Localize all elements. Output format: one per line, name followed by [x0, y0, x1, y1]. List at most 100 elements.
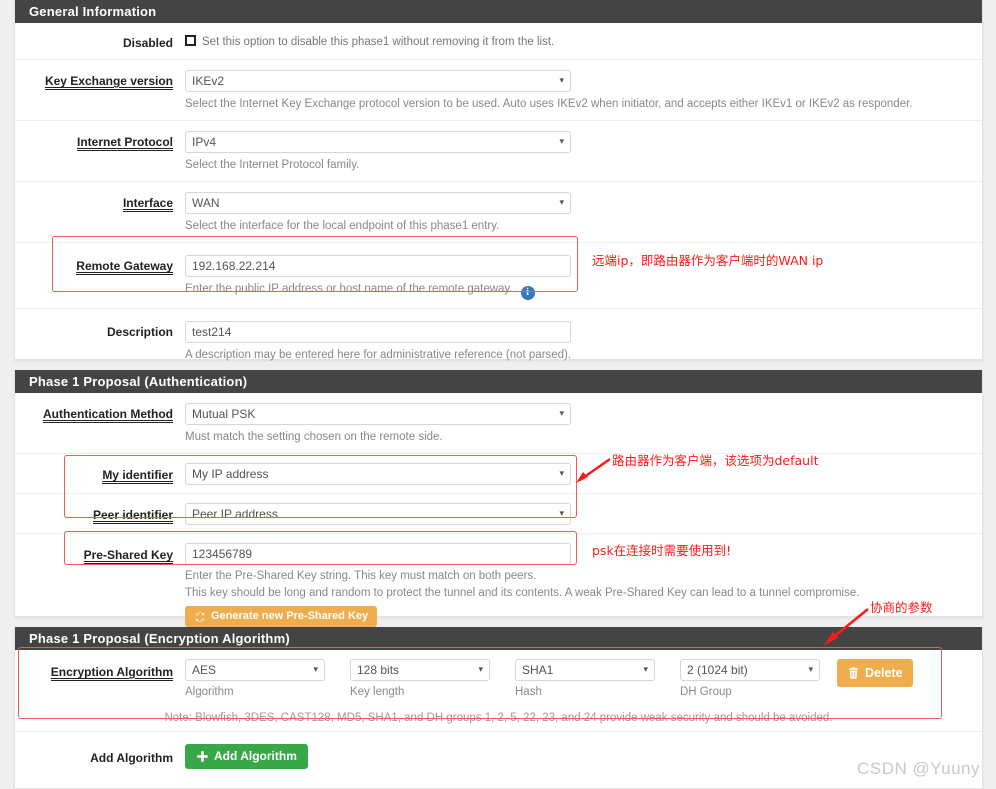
help-description: A description may be entered here for ad… — [185, 349, 572, 361]
key-length-value: 128 bits — [357, 663, 400, 677]
label-internet-protocol: Internet Protocol — [76, 135, 173, 151]
interface-select[interactable]: WAN ▾ — [185, 192, 571, 214]
disabled-checkbox[interactable] — [185, 35, 196, 46]
label-interface: Interface — [122, 196, 173, 212]
algorithm-value: AES — [192, 663, 217, 677]
label-disabled: Disabled — [122, 36, 173, 50]
delete-algorithm-label: Delete — [865, 665, 903, 680]
label-description: Description — [106, 325, 173, 339]
row-encryption-algorithm: Encryption Algorithm AES ▾ Algorithm 128… — [15, 650, 982, 704]
row-internet-protocol: Internet Protocol IPv4 ▾ Select the Inte… — [15, 121, 982, 182]
add-algorithm-label: Add Algorithm — [214, 749, 297, 763]
key-exchange-version-value: IKEv2 — [192, 74, 225, 88]
delete-column: Delete — [837, 659, 913, 687]
row-description: Description test214 A description may be… — [15, 309, 982, 371]
dh-group-caption: DH Group — [680, 686, 732, 698]
label-add-algorithm: Add Algorithm — [90, 751, 173, 765]
pre-shared-key-value: 123456789 — [192, 547, 253, 561]
info-circle-icon[interactable]: i — [520, 286, 535, 300]
pre-shared-key-input[interactable]: 123456789 — [185, 543, 571, 565]
hash-column: SHA1 ▾ Hash — [515, 659, 655, 698]
encryption-weak-security-note: Note: Blowfish, 3DES, CAST128, MD5, SHA1… — [15, 704, 982, 732]
panel-phase1-authentication: Phase 1 Proposal (Authentication) Authen… — [14, 370, 983, 627]
plus-icon — [196, 750, 209, 763]
row-my-identifier: My identifier My IP address ▾ — [15, 454, 982, 494]
panel-title-general-information: General Information — [15, 0, 982, 23]
label-my-identifier: My identifier — [102, 468, 173, 484]
row-peer-identifier: Peer identifier Peer IP address ▾ — [15, 494, 982, 534]
label-key-exchange-version: Key Exchange version — [44, 74, 173, 90]
remote-gateway-input[interactable]: 192.168.22.214 — [185, 255, 571, 277]
chevron-down-icon: ▾ — [478, 665, 483, 675]
chevron-down-icon: ▾ — [559, 137, 564, 147]
hash-value: SHA1 — [522, 663, 554, 677]
row-add-algorithm: Add Algorithm Add Algorithm — [15, 732, 982, 781]
annotation-text-identifiers: 路由器作为客户端，该选项为default — [612, 453, 819, 468]
annotation-arrow-proposal — [824, 607, 869, 645]
help-pre-shared-key-line2: This key should be long and random to pr… — [185, 587, 860, 599]
row-key-exchange-version: Key Exchange version IKEv2 ▾ Select the … — [15, 60, 982, 121]
help-key-exchange-version: Select the Internet Key Exchange protoco… — [185, 98, 913, 110]
my-identifier-select[interactable]: My IP address ▾ — [185, 463, 571, 485]
interface-value: WAN — [192, 196, 220, 210]
key-length-caption: Key length — [350, 686, 405, 698]
pfsense-ipsec-phase1-page: General Information Disabled Set this op… — [0, 0, 996, 789]
hash-select[interactable]: SHA1 ▾ — [515, 659, 655, 681]
chevron-down-icon: ▾ — [559, 76, 564, 86]
row-remote-gateway: Remote Gateway 192.168.22.214 Enter the … — [15, 243, 982, 309]
chevron-down-icon: ▾ — [559, 198, 564, 208]
refresh-icon — [194, 611, 206, 623]
label-encryption-algorithm: Encryption Algorithm — [50, 665, 173, 681]
row-authentication-method: Authentication Method Mutual PSK ▾ Must … — [15, 393, 982, 454]
panel-title-phase1-authentication: Phase 1 Proposal (Authentication) — [15, 370, 982, 393]
key-length-select[interactable]: 128 bits ▾ — [350, 659, 490, 681]
key-exchange-version-select[interactable]: IKEv2 ▾ — [185, 70, 571, 92]
hash-caption: Hash — [515, 686, 542, 698]
panel-phase1-encryption: Phase 1 Proposal (Encryption Algorithm) … — [14, 627, 983, 789]
peer-identifier-select[interactable]: Peer IP address ▾ — [185, 503, 571, 525]
remote-gateway-value: 192.168.22.214 — [192, 259, 276, 273]
label-pre-shared-key: Pre-Shared Key — [83, 548, 173, 564]
description-value: test214 — [192, 325, 232, 339]
algorithm-column: AES ▾ Algorithm — [185, 659, 325, 698]
chevron-down-icon: ▾ — [559, 409, 564, 419]
chevron-down-icon: ▾ — [643, 665, 648, 675]
add-algorithm-button[interactable]: Add Algorithm — [185, 744, 308, 769]
generate-pre-shared-key-label: Generate new Pre-Shared Key — [211, 610, 369, 622]
dh-group-select[interactable]: 2 (1024 bit) ▾ — [680, 659, 820, 681]
key-length-column: 128 bits ▾ Key length — [350, 659, 490, 698]
dh-group-value: 2 (1024 bit) — [687, 663, 748, 677]
authentication-method-value: Mutual PSK — [192, 407, 256, 421]
dh-group-column: 2 (1024 bit) ▾ DH Group — [680, 659, 820, 698]
label-peer-identifier: Peer identifier — [92, 508, 173, 524]
chevron-down-icon: ▾ — [559, 509, 564, 519]
help-pre-shared-key-line1: Enter the Pre-Shared Key string. This ke… — [185, 570, 537, 582]
help-authentication-method: Must match the setting chosen on the rem… — [185, 431, 443, 443]
chevron-down-icon: ▾ — [808, 665, 813, 675]
algorithm-caption: Algorithm — [185, 686, 234, 698]
chevron-down-icon: ▾ — [313, 665, 318, 675]
my-identifier-value: My IP address — [192, 467, 269, 481]
panel-general-information: General Information Disabled Set this op… — [14, 0, 983, 361]
help-interface: Select the interface for the local endpo… — [185, 220, 500, 232]
annotation-text-pre-shared-key: psk在连接时需要使用到! — [592, 543, 732, 558]
chevron-down-icon: ▾ — [559, 469, 564, 479]
algorithm-select[interactable]: AES ▾ — [185, 659, 325, 681]
authentication-method-select[interactable]: Mutual PSK ▾ — [185, 403, 571, 425]
internet-protocol-select[interactable]: IPv4 ▾ — [185, 131, 571, 153]
label-remote-gateway: Remote Gateway — [76, 259, 173, 275]
peer-identifier-value: Peer IP address — [192, 507, 278, 521]
watermark: CSDN @Yuuny — [857, 759, 980, 778]
annotation-text-proposal: 协商的参数 — [870, 600, 933, 615]
help-internet-protocol: Select the Internet Protocol family. — [185, 159, 360, 171]
help-remote-gateway: Enter the public IP address or host name… — [185, 282, 972, 300]
row-disabled: Disabled Set this option to disable this… — [15, 23, 982, 60]
generate-pre-shared-key-button[interactable]: Generate new Pre-Shared Key — [185, 606, 378, 627]
description-input[interactable]: test214 — [185, 321, 571, 343]
trash-icon — [847, 666, 860, 680]
annotation-text-remote-gateway: 远端ip，即路由器作为客户端时的WAN ip — [592, 253, 824, 268]
delete-algorithm-button[interactable]: Delete — [837, 659, 913, 687]
label-authentication-method: Authentication Method — [43, 407, 173, 423]
annotation-arrow-identifiers — [576, 458, 611, 483]
row-interface: Interface WAN ▾ Select the interface for… — [15, 182, 982, 243]
